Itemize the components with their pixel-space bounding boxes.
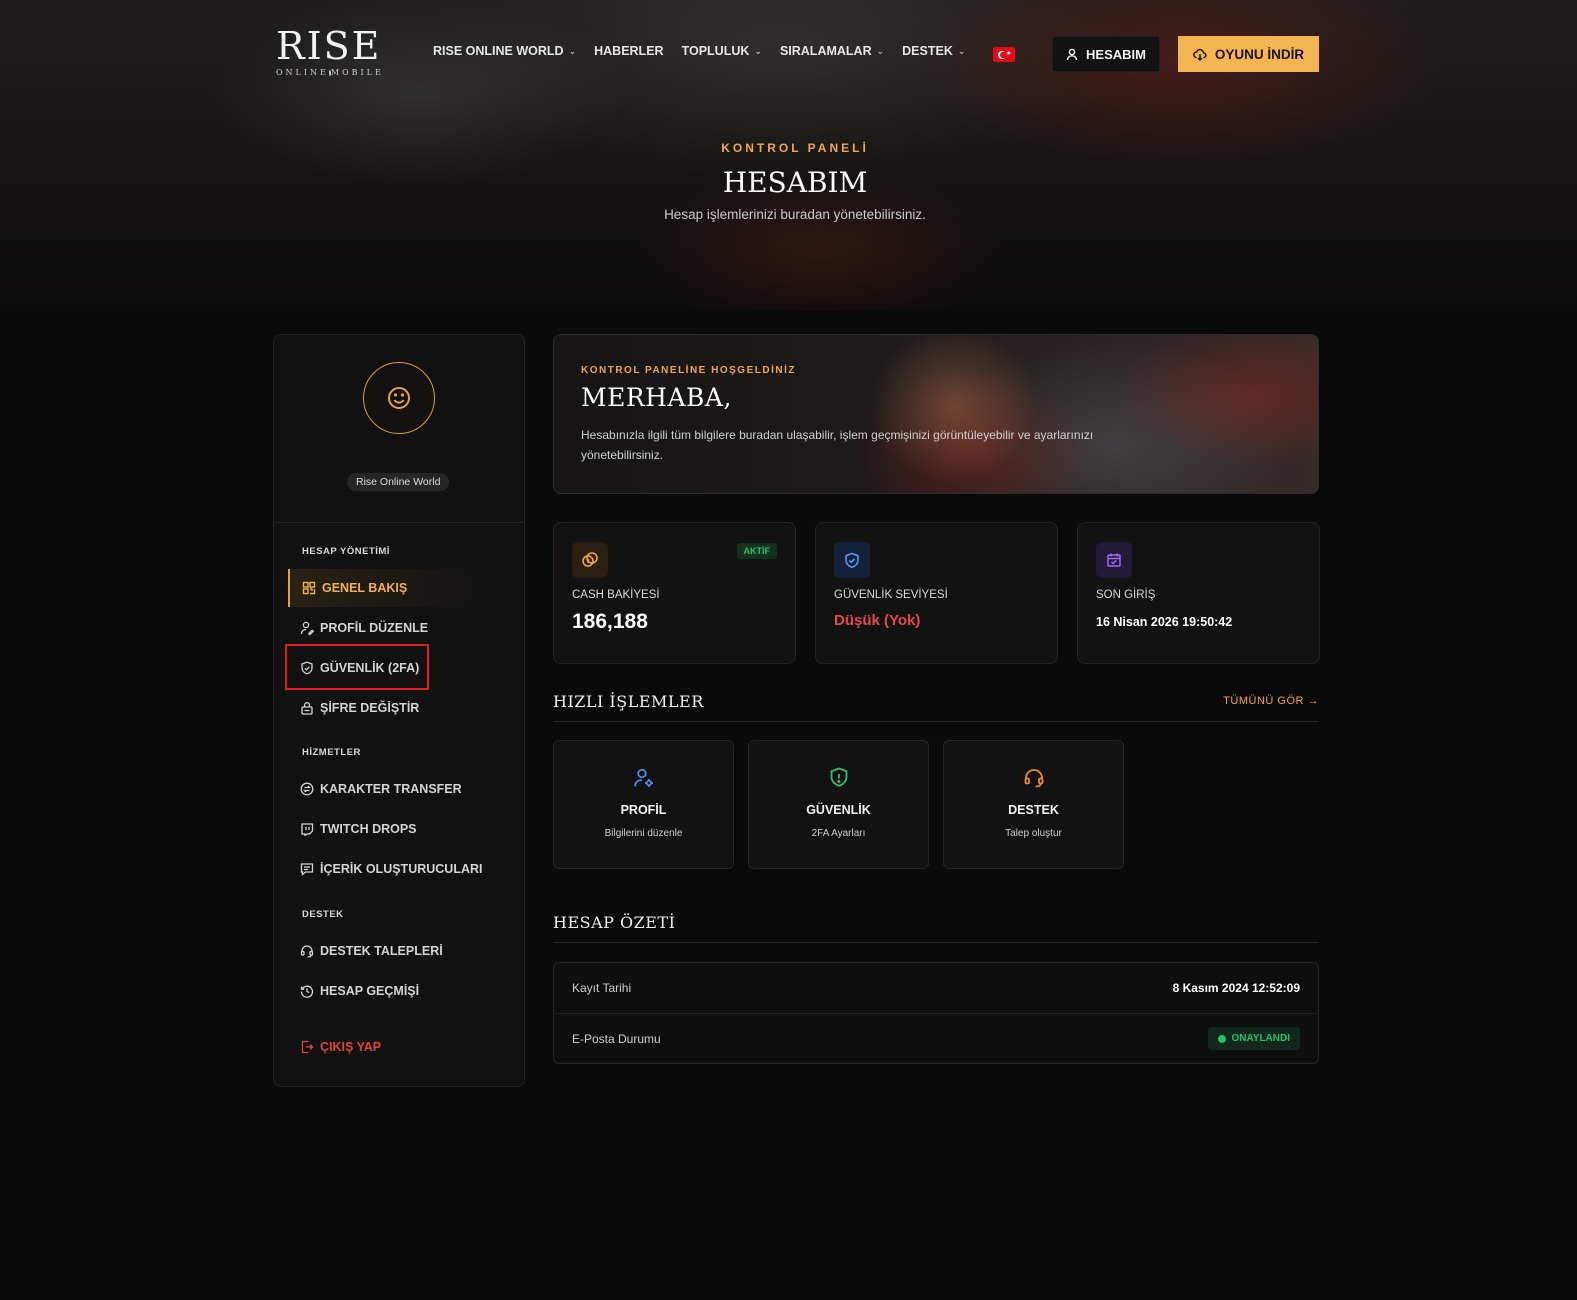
stat-value-cash: 186,188 <box>572 610 648 633</box>
sidebar-item-genel-bakis[interactable]: GENEL BAKIŞ <box>288 569 494 607</box>
sidebar-item-icerik-olusturuculari[interactable]: İÇERİK OLUŞTURUCULARI <box>288 850 494 888</box>
stat-label: CASH BAKİYESİ <box>572 589 660 601</box>
section-label-hizmetler: HİZMETLER <box>302 747 361 758</box>
section-label-destek: DESTEK <box>302 909 344 920</box>
download-game-button[interactable]: OYUNU İNDİR <box>1178 36 1319 72</box>
stat-label: GÜVENLİK SEVİYESİ <box>834 589 948 601</box>
chevron-down-icon: ⌄ <box>568 45 577 56</box>
stat-value-last-login: 16 Nisan 2026 19:50:42 <box>1096 615 1233 629</box>
nav-destek[interactable]: DESTEK ⌄ <box>902 44 965 58</box>
logout-button[interactable]: ÇIKIŞ YAP <box>288 1028 494 1066</box>
sidebar-item-sifre-degistir[interactable]: ŞİFRE DEĞİŞTİR <box>288 689 494 727</box>
banner-description: Hesabınızla ilgili tüm bilgilere buradan… <box>581 428 1094 462</box>
sidebar-item-profil-duzenle[interactable]: PROFİL DÜZENLE <box>288 609 494 647</box>
chevron-down-icon: ⌄ <box>876 45 885 56</box>
sidebar-item-karakter-transfer[interactable]: KARAKTER TRANSFER <box>288 770 494 808</box>
status-badge: AKTİF <box>736 543 777 559</box>
calendar-check-icon <box>1096 542 1132 578</box>
stat-card-last-login: SON GİRİŞ 16 Nisan 2026 19:50:42 <box>1077 522 1320 664</box>
quick-action-profil[interactable]: PROFİL Bilgilerini düzenle <box>553 740 734 869</box>
quick-action-guvenlik[interactable]: GÜVENLİK 2FA Ayarları <box>748 740 929 869</box>
stat-card-security: GÜVENLİK SEVİYESİ Düşük (Yok) <box>815 522 1058 664</box>
page-subtitle: Hesap işlemlerinizi buradan yönetebilirs… <box>664 207 926 222</box>
logout-icon <box>301 1040 314 1054</box>
nav-rise-online-world[interactable]: RISE ONLINE WORLD ⌄ <box>433 44 576 58</box>
sidebar-item-hesap-gecmisi[interactable]: HESAP GEÇMİŞİ <box>288 972 494 1010</box>
account-button[interactable]: HESABIM <box>1052 36 1160 72</box>
shield-icon <box>834 542 870 578</box>
logo[interactable]: RISE ONLINE MOBILE <box>276 24 382 77</box>
account-summary: Kayıt Tarihi 8 Kasım 2024 12:52:09 E-Pos… <box>553 962 1319 1064</box>
banner-kicker: KONTROL PANELİNE HOŞGELDİNİZ <box>581 365 796 376</box>
main-nav: RISE ONLINE WORLD ⌄ HABERLER TOPLULUK ⌄ SI… <box>433 44 965 58</box>
chevron-down-icon: ⌄ <box>754 45 762 56</box>
hero-kicker: KONTROL PANELİ <box>721 141 869 155</box>
status-dot-icon <box>1218 1034 1227 1043</box>
lock-icon <box>301 702 313 715</box>
headset-icon <box>1021 765 1047 791</box>
twitch-icon <box>301 823 314 836</box>
user-gear-icon <box>631 765 657 791</box>
headset-icon <box>300 945 314 958</box>
stat-value-security: Düşük (Yok) <box>834 612 921 629</box>
section-label-hesap-yonetimi: HESAP YÖNETİMİ <box>302 546 390 557</box>
sidebar-item-destek-talepleri[interactable]: DESTEK TALEPLERİ <box>288 932 494 970</box>
page-title: HESABIM <box>722 166 868 199</box>
section-title: HIZLI İŞLEMLER <box>553 692 704 711</box>
avatar <box>363 362 435 434</box>
server-badge: Rise Online World <box>347 473 450 491</box>
banner-title: MERHABA, <box>581 383 732 412</box>
coins-icon <box>572 542 608 578</box>
user-icon <box>1066 48 1078 60</box>
flag-tr-icon[interactable]: ★ <box>993 47 1015 62</box>
nav-topluluk[interactable]: TOPLULUK ⌄ <box>682 44 762 58</box>
sidebar-item-twitch-drops[interactable]: TWITCH DROPS <box>288 810 494 848</box>
transfer-icon <box>300 782 314 796</box>
see-all-link[interactable]: TÜMÜNÜ GÖR → <box>1223 695 1319 707</box>
highlight-box <box>285 644 429 690</box>
logo-sub-right: MOBILE <box>330 68 384 77</box>
summary-row-email-status: E-Posta Durumu ONAYLANDI <box>554 1013 1318 1063</box>
history-icon <box>300 985 314 998</box>
summary-row-registration: Kayıt Tarihi 8 Kasım 2024 12:52:09 <box>572 981 1300 995</box>
quick-actions-header: HIZLI İŞLEMLER TÜMÜNÜ GÖR → <box>553 692 1319 722</box>
sidebar: Rise Online World HESAP YÖNETİMİ GENEL B… <box>273 334 525 1087</box>
logo-sub-left: ONLINE <box>276 68 329 77</box>
divider <box>274 522 524 523</box>
chat-icon <box>300 863 314 876</box>
nav-siralamalar[interactable]: SIRALAMALAR ⌄ <box>780 44 884 58</box>
smile-icon <box>388 387 410 409</box>
welcome-banner: KONTROL PANELİNE HOŞGELDİNİZ MERHABA, He… <box>553 334 1319 494</box>
user-edit-icon <box>300 621 314 635</box>
section-title: HESAP ÖZETİ <box>553 913 676 932</box>
quick-action-destek[interactable]: DESTEK Talep oluştur <box>943 740 1124 869</box>
nav-haberler[interactable]: HABERLER <box>594 44 663 58</box>
shield-alert-icon <box>826 765 852 791</box>
cloud-download-icon <box>1192 48 1207 61</box>
chevron-down-icon: ⌄ <box>957 45 966 56</box>
grid-icon <box>302 581 316 595</box>
logo-text: RISE <box>276 24 382 68</box>
stat-label: SON GİRİŞ <box>1096 589 1156 601</box>
account-summary-header: HESAP ÖZETİ <box>553 913 1319 943</box>
stat-card-cash: AKTİF CASH BAKİYESİ 186,188 <box>553 522 796 664</box>
status-badge: ONAYLANDI <box>1208 1027 1300 1050</box>
